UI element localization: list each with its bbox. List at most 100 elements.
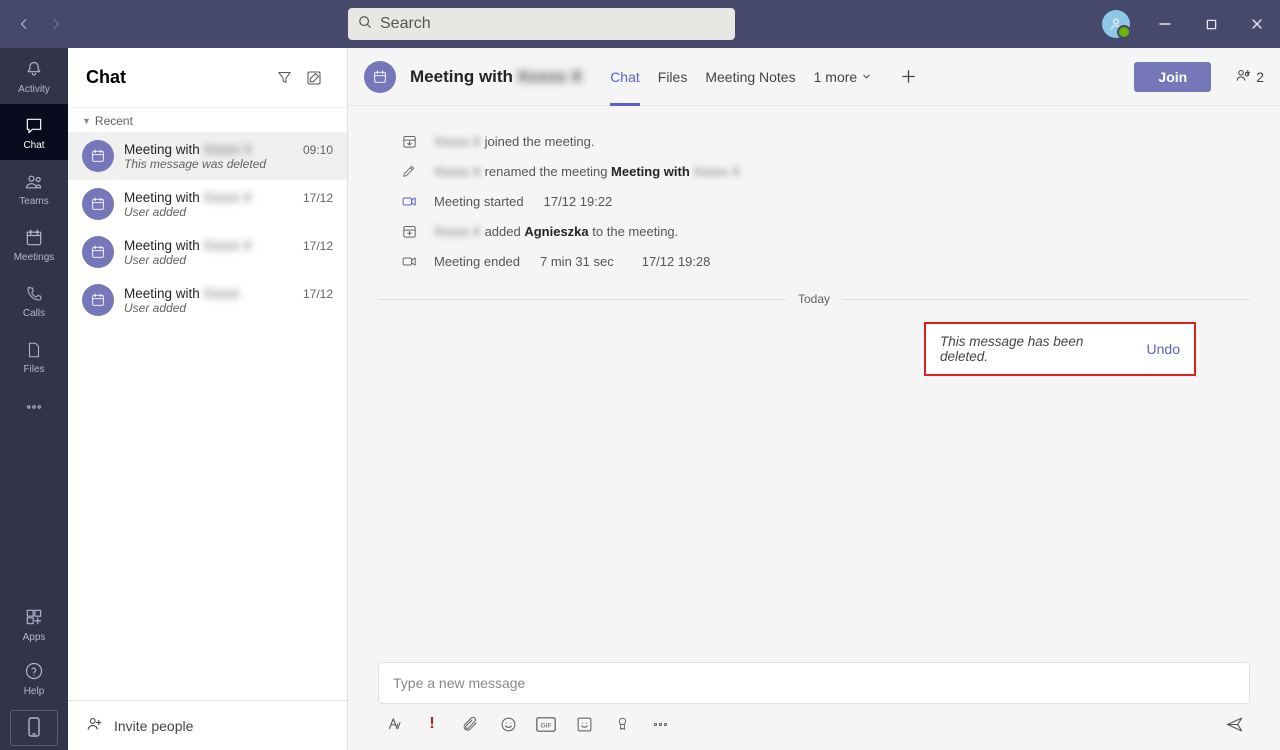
chat-item-time: 17/12 bbox=[295, 239, 333, 253]
calendar-icon bbox=[82, 188, 114, 220]
message-area: Xxxxx X joined the meeting. Xxxxx X rena… bbox=[348, 106, 1280, 662]
chat-section-recent[interactable]: ▼ Recent bbox=[68, 108, 347, 132]
chat-header: Meeting with Xxxxx X Chat Files Meeting … bbox=[348, 48, 1280, 106]
search-placeholder: Search bbox=[380, 15, 431, 33]
gif-button[interactable]: GIF bbox=[536, 714, 556, 734]
deleted-message: This message has been deleted. Undo bbox=[924, 322, 1196, 376]
chat-item-title: Meeting with Xxxxx X bbox=[124, 238, 252, 253]
chat-item-sub: User added bbox=[124, 301, 333, 315]
device-icon bbox=[27, 717, 41, 740]
chat-item-sub: User added bbox=[124, 205, 333, 219]
chat-item[interactable]: Meeting with Xxxxx X 17/12User added bbox=[68, 228, 347, 276]
minimize-button[interactable] bbox=[1142, 0, 1188, 48]
invite-people[interactable]: Invite people bbox=[68, 700, 347, 750]
participants-icon bbox=[1235, 66, 1253, 87]
add-tab-button[interactable] bbox=[896, 65, 920, 89]
content-pane: Meeting with Xxxxx X Chat Files Meeting … bbox=[348, 48, 1280, 750]
chat-item-sub: User added bbox=[124, 253, 333, 267]
teams-icon bbox=[22, 170, 46, 194]
rail-more[interactable] bbox=[0, 384, 68, 432]
undo-link[interactable]: Undo bbox=[1147, 341, 1180, 357]
chat-item[interactable]: Meeting with Xxxxx X 17/12User added bbox=[68, 180, 347, 228]
participants-button[interactable]: 2 bbox=[1235, 66, 1264, 87]
participants-count: 2 bbox=[1256, 69, 1264, 85]
priority-button[interactable]: ! bbox=[422, 714, 442, 734]
rail-chat-label: Chat bbox=[23, 140, 44, 151]
calendar-icon bbox=[22, 226, 46, 250]
tab-more[interactable]: 1 more bbox=[814, 69, 873, 85]
format-button[interactable] bbox=[384, 714, 404, 734]
sys-ended: Meeting ended7 min 31 sec17/12 19:28 bbox=[398, 246, 1250, 276]
maximize-button[interactable] bbox=[1188, 0, 1234, 48]
chevron-down-icon: ▼ bbox=[82, 116, 91, 126]
send-button[interactable] bbox=[1224, 714, 1244, 734]
close-button[interactable] bbox=[1234, 0, 1280, 48]
tab-meeting-notes[interactable]: Meeting Notes bbox=[705, 48, 795, 106]
rail-apps-label: Apps bbox=[23, 632, 46, 643]
sys-joined: Xxxxx X joined the meeting. bbox=[398, 126, 1250, 156]
invite-label: Invite people bbox=[114, 718, 193, 734]
sys-renamed: Xxxxx X renamed the meeting Meeting with… bbox=[398, 156, 1250, 186]
rail-calls[interactable]: Calls bbox=[0, 272, 68, 328]
rail-activity[interactable]: Activity bbox=[0, 48, 68, 104]
calendar-icon bbox=[82, 236, 114, 268]
rail-help[interactable]: Help bbox=[0, 652, 68, 706]
compose-toolbar: ! GIF bbox=[378, 704, 1250, 734]
forward-button[interactable] bbox=[44, 12, 68, 36]
new-chat-button[interactable] bbox=[299, 63, 329, 93]
sys-started: Meeting started17/12 19:22 bbox=[398, 186, 1250, 216]
chat-item-title: Meeting with Xxxxx bbox=[124, 286, 240, 301]
chat-item-time: 17/12 bbox=[295, 287, 333, 301]
chat-list-pane: Chat ▼ Recent Meeting with Xxxxx X09:10T… bbox=[68, 48, 348, 750]
compose-input[interactable]: Type a new message bbox=[378, 662, 1250, 704]
bell-icon bbox=[22, 58, 46, 82]
rail-teams-label: Teams bbox=[19, 196, 48, 207]
filter-button[interactable] bbox=[269, 63, 299, 93]
video-icon bbox=[398, 190, 420, 212]
calendar-icon bbox=[82, 140, 114, 172]
sys-added: Xxxxx X added Agnieszka to the meeting. bbox=[398, 216, 1250, 246]
calendar-icon bbox=[82, 284, 114, 316]
sticker-button[interactable] bbox=[574, 714, 594, 734]
chat-item-title: Meeting with Xxxxx X bbox=[124, 142, 252, 157]
more-compose-button[interactable] bbox=[650, 714, 670, 734]
chat-item-time: 17/12 bbox=[295, 191, 333, 205]
chat-item[interactable]: Meeting with Xxxxx X09:10This message wa… bbox=[68, 132, 347, 180]
praise-button[interactable] bbox=[612, 714, 632, 734]
chat-item-title: Meeting with Xxxxx X bbox=[124, 190, 252, 205]
tab-files[interactable]: Files bbox=[658, 48, 688, 106]
search-icon bbox=[358, 15, 372, 34]
compose-placeholder: Type a new message bbox=[393, 675, 525, 691]
divider-label: Today bbox=[786, 292, 842, 306]
emoji-button[interactable] bbox=[498, 714, 518, 734]
rail-chat[interactable]: Chat bbox=[0, 104, 68, 160]
invite-icon bbox=[86, 715, 104, 736]
meeting-title: Meeting with Xxxxx X bbox=[410, 67, 582, 87]
rail-apps[interactable]: Apps bbox=[0, 598, 68, 652]
rail-files-label: Files bbox=[23, 364, 44, 375]
rail-meetings[interactable]: Meetings bbox=[0, 216, 68, 272]
chat-item[interactable]: Meeting with Xxxxx 17/12User added bbox=[68, 276, 347, 324]
meeting-icon bbox=[364, 61, 396, 93]
pencil-icon bbox=[398, 160, 420, 182]
rail-help-label: Help bbox=[24, 686, 45, 697]
back-button[interactable] bbox=[12, 12, 36, 36]
search-input[interactable]: Search bbox=[348, 8, 735, 40]
file-icon bbox=[22, 338, 46, 362]
rail-device[interactable] bbox=[10, 710, 58, 746]
deleted-text: This message has been deleted. bbox=[940, 334, 1131, 364]
nav-rail: Activity Chat Teams Meetings Calls Files bbox=[0, 48, 68, 750]
chat-list-title: Chat bbox=[86, 67, 269, 88]
profile-avatar[interactable] bbox=[1102, 10, 1130, 38]
rail-calls-label: Calls bbox=[23, 308, 45, 319]
more-icon bbox=[25, 398, 43, 419]
rail-files[interactable]: Files bbox=[0, 328, 68, 384]
rail-teams[interactable]: Teams bbox=[0, 160, 68, 216]
attach-button[interactable] bbox=[460, 714, 480, 734]
join-button[interactable]: Join bbox=[1134, 62, 1211, 92]
tab-chat[interactable]: Chat bbox=[610, 48, 640, 106]
video-end-icon bbox=[398, 250, 420, 272]
meeting-add-icon bbox=[398, 220, 420, 242]
titlebar: Search bbox=[0, 0, 1280, 48]
chat-section-label: Recent bbox=[95, 114, 133, 128]
